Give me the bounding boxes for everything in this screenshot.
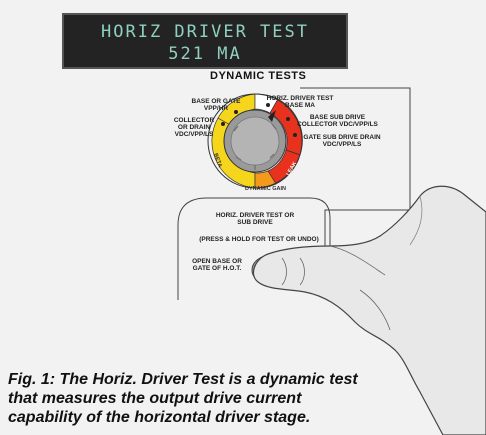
ring-label-bottom: DYNAMIC GAIN [245,186,286,192]
screenshot-stage: HORIZ DRIVER TEST 521 MA DYNAMIC TESTS B… [0,0,486,435]
dot-collector [221,122,225,126]
button-box-side-label: OPEN BASE OR GATE OF H.O.T. [192,258,242,272]
label-base-gate: BASE OR GATE VPP/HR [191,98,241,112]
button-box-title: HORIZ. DRIVER TEST OR SUB DRIVE [215,212,295,226]
label-base-sub: BASE SUB DRIVE COLLECTOR VDC/VPP/LS [297,114,378,128]
button-box-left [177,197,208,300]
label-collector: COLLECTOR OR DRAIN VDC/VPP/LS [173,117,215,138]
label-gate-sub: GATE SUB DRIVE DRAIN VDC/VPP/LS [303,134,381,148]
label-horiz-driver: HORIZ. DRIVER TEST BASE MA [266,95,334,109]
figure-caption: Fig. 1: The Horiz. Driver Test is a dyna… [8,371,358,426]
dot-gate-sub [293,133,297,137]
button-box-instruction: (PRESS & HOLD FOR TEST OR UNDO) [199,236,319,243]
